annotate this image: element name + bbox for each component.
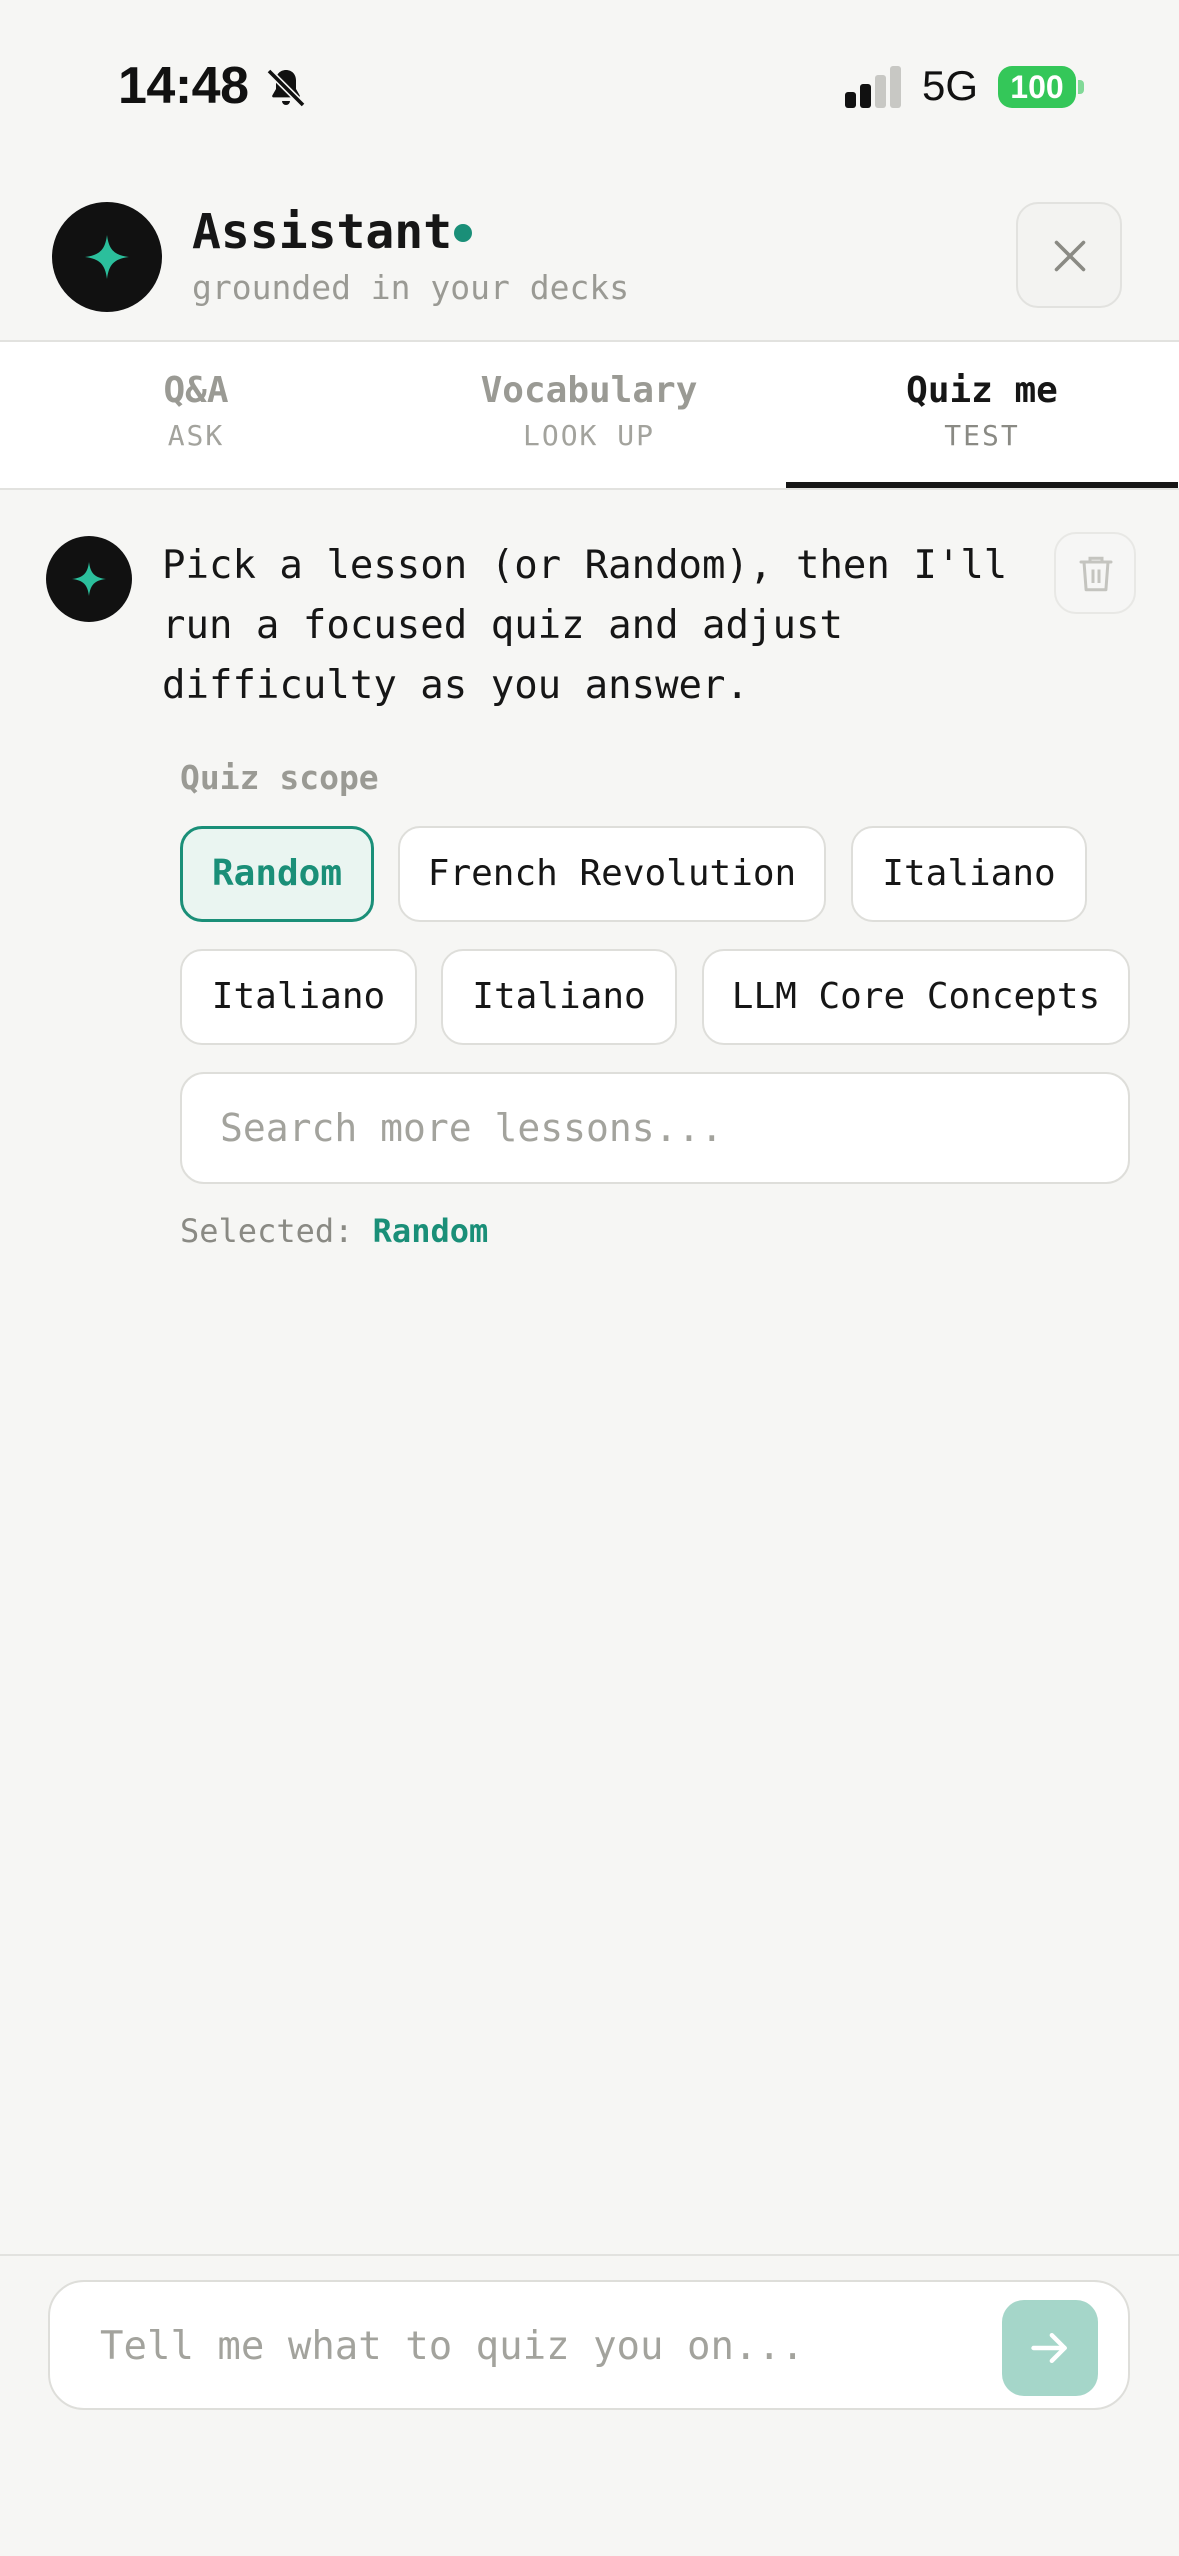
bell-muted-icon bbox=[266, 68, 306, 108]
assistant-avatar bbox=[52, 202, 162, 312]
message-avatar bbox=[46, 536, 132, 622]
scope-chip-italiano[interactable]: Italiano bbox=[441, 949, 677, 1045]
tab-sublabel: TEST bbox=[944, 419, 1020, 452]
clear-chat-button[interactable] bbox=[1054, 532, 1136, 614]
battery-nub bbox=[1078, 80, 1084, 94]
trash-icon bbox=[1079, 556, 1113, 592]
status-bar: 14:48 5G 100 bbox=[0, 0, 1179, 180]
tab-label: Q&A bbox=[163, 370, 229, 411]
selected-prefix: Selected: bbox=[180, 1212, 354, 1250]
close-button[interactable] bbox=[1016, 202, 1122, 308]
signal-icon bbox=[845, 66, 901, 108]
tab-quiz-me[interactable]: Quiz me TEST bbox=[786, 342, 1178, 488]
lesson-search-input[interactable] bbox=[180, 1072, 1130, 1184]
header-title: Assistant bbox=[192, 204, 453, 260]
scope-chip-italiano[interactable]: Italiano bbox=[180, 949, 417, 1045]
tab-vocabulary[interactable]: Vocabulary LOOK UP bbox=[393, 342, 785, 488]
tab-qa[interactable]: Q&A ASK bbox=[0, 342, 392, 488]
tab-label: Quiz me bbox=[906, 370, 1058, 411]
selected-scope-value: Random bbox=[372, 1212, 489, 1250]
status-time: 14:48 bbox=[118, 57, 249, 115]
selected-scope: Selected: Random bbox=[180, 1212, 488, 1250]
assistant-message: Pick a lesson (or Random), then I'll run… bbox=[162, 543, 1008, 708]
tab-sublabel: ASK bbox=[167, 419, 225, 452]
sparkle-icon bbox=[85, 235, 129, 279]
arrow-right-icon bbox=[1031, 2332, 1067, 2364]
composer-divider bbox=[0, 2254, 1179, 2256]
header-subtitle: grounded in your decks bbox=[192, 268, 630, 307]
scope-chip-random[interactable]: Random bbox=[180, 826, 374, 922]
battery-icon: 100 bbox=[998, 66, 1076, 108]
tab-label: Vocabulary bbox=[480, 370, 698, 411]
message-composer bbox=[48, 2280, 1130, 2410]
tab-sublabel: LOOK UP bbox=[522, 419, 655, 452]
assistant-header: Assistant grounded in your decks bbox=[0, 180, 1179, 342]
send-button[interactable] bbox=[1002, 2300, 1098, 2396]
sparkle-icon bbox=[72, 562, 106, 596]
scope-chip-french-revolution[interactable]: French Revolution bbox=[398, 826, 826, 922]
quiz-scope-label: Quiz scope bbox=[180, 758, 379, 797]
quiz-prompt-input[interactable] bbox=[98, 2310, 982, 2382]
scope-chip-italiano[interactable]: Italiano bbox=[851, 826, 1087, 922]
scope-chip-llm-core-concepts[interactable]: LLM Core Concepts bbox=[702, 949, 1130, 1045]
close-icon bbox=[1054, 240, 1086, 272]
network-label: 5G bbox=[922, 62, 979, 109]
online-status-dot bbox=[454, 224, 472, 242]
mode-tabs: Q&A ASK Vocabulary LOOK UP Quiz me TEST bbox=[0, 342, 1179, 490]
